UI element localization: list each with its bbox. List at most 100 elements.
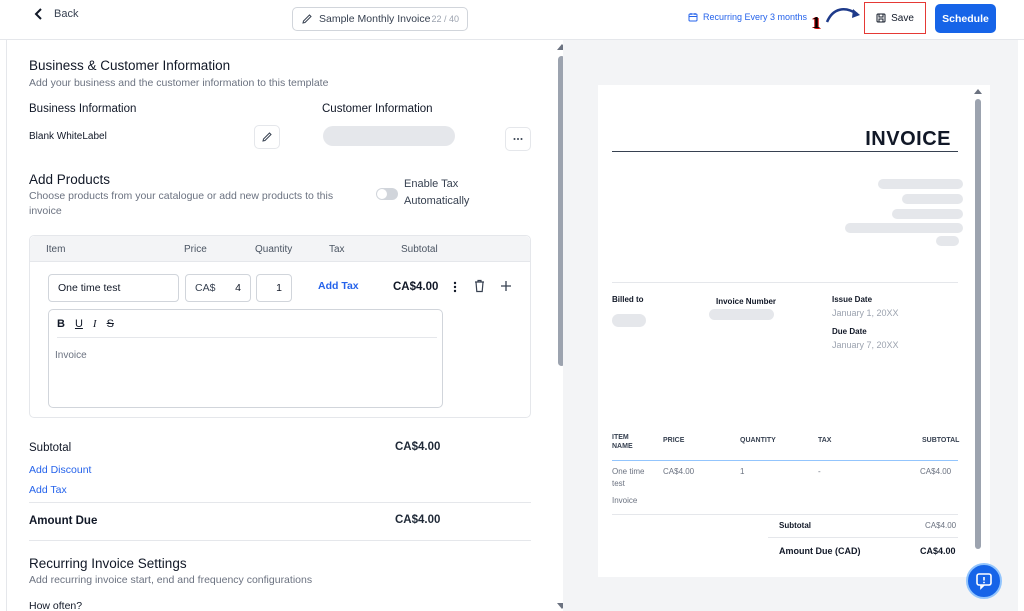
preview-billed-to-label: Billed to: [612, 295, 644, 304]
price-input[interactable]: CA$ 4: [185, 274, 251, 302]
calendar-icon: [688, 13, 698, 22]
enable-tax-toggle[interactable]: [376, 188, 398, 200]
business-section-subtitle: Add your business and the customer infor…: [29, 77, 329, 89]
preview-table-header-rule: [612, 460, 958, 461]
save-label: Save: [891, 12, 914, 24]
preview-due-date-label: Due Date: [832, 327, 867, 336]
recurring-section-subtitle: Add recurring invoice start, end and fre…: [29, 574, 313, 586]
item-name-input[interactable]: One time test: [48, 274, 179, 302]
preview-invoice-title: INVOICE: [865, 128, 951, 150]
back-label: Back: [54, 8, 79, 20]
row-subtotal: CA$4.00: [393, 281, 439, 293]
back-button[interactable]: Back: [33, 7, 78, 21]
products-subtitle-line2: invoice: [29, 205, 62, 217]
preview-row-price: CA$4.00: [663, 467, 695, 476]
recurring-frequency-link[interactable]: Recurring Every 3 months: [688, 12, 807, 22]
preview-row-quantity: 1: [740, 467, 745, 476]
trash-icon[interactable]: [473, 279, 486, 293]
amount-divider: [29, 540, 531, 541]
preview-amount-due-label: Amount Due (CAD): [779, 546, 861, 556]
strikethrough-button[interactable]: S: [107, 318, 114, 337]
preview-scroll-thumb[interactable]: [975, 99, 981, 549]
char-count: 22 / 40: [431, 14, 459, 24]
preview-row-tax: -: [818, 467, 821, 476]
column-header-quantity: Quantity: [255, 244, 293, 255]
recurring-section-title: Recurring Invoice Settings: [29, 556, 187, 571]
preview-subtotal-rule: [768, 537, 958, 538]
quantity-input[interactable]: 1: [256, 274, 292, 302]
subtotal-label: Subtotal: [29, 442, 72, 454]
invoice-name: Sample Monthly Invoice: [319, 13, 431, 25]
invoice-name-field[interactable]: Sample Monthly Invoice 22 / 40: [292, 7, 468, 31]
plus-icon[interactable]: [500, 280, 512, 292]
amount-due-label: Amount Due: [29, 515, 98, 527]
enable-tax-label-line1: Enable Tax: [404, 178, 459, 190]
feedback-chat-button[interactable]: [966, 563, 1002, 599]
schedule-button[interactable]: Schedule: [935, 4, 996, 33]
preview-col-tax: TAX: [818, 437, 832, 444]
enable-tax-label-line2: Automatically: [404, 195, 470, 207]
amount-due-value: CA$4.00: [395, 514, 441, 526]
recurring-label: Recurring Every 3 months: [703, 12, 808, 22]
preview-issue-date-label: Issue Date: [832, 295, 873, 304]
bold-button[interactable]: B: [57, 318, 65, 337]
business-info-heading: Business Information: [29, 103, 137, 115]
add-discount-link[interactable]: Add Discount: [29, 464, 91, 476]
products-table: Item Price Quantity Tax Subtotal One tim…: [29, 235, 531, 418]
how-often-label: How often?: [29, 600, 83, 611]
preview-row-item-line1: One time: [612, 467, 645, 476]
description-editor[interactable]: B U I S Invoice: [48, 309, 443, 408]
invoice-preview-panel: INVOICE Billed to Invoice Number Issue D…: [563, 40, 1018, 611]
top-bar: Back Sample Monthly Invoice 22 / 40 Recu…: [0, 0, 1024, 40]
preview-scrollbar[interactable]: [974, 87, 982, 597]
customer-more-button[interactable]: [505, 127, 531, 151]
column-header-subtotal: Subtotal: [401, 244, 438, 255]
customer-info-heading: Customer Information: [322, 103, 433, 115]
preview-invoice-number-label: Invoice Number: [716, 297, 777, 306]
preview-scroll-up-icon[interactable]: [974, 89, 982, 94]
preview-issue-date: January 1, 20XX: [832, 308, 899, 318]
business-address-line: [845, 223, 963, 233]
preview-row-subtotal: CA$4.00: [920, 467, 952, 476]
preview-subtotal-value: CA$4.00: [925, 521, 957, 530]
totals-divider: [29, 502, 531, 503]
preview-header-rule: [612, 282, 958, 283]
preview-col-quantity: QUANTITY: [740, 437, 776, 444]
subtotal-value: CA$4.00: [395, 441, 441, 453]
customer-selector[interactable]: [323, 126, 455, 146]
column-header-price: Price: [184, 244, 207, 255]
chat-alert-icon: [976, 573, 992, 590]
preview-row-item-line2: test: [612, 479, 625, 488]
business-address-line: [878, 179, 963, 189]
floppy-disk-icon: [876, 13, 886, 23]
right-border: [1018, 40, 1024, 611]
add-tax-link[interactable]: Add Tax: [318, 280, 359, 292]
italic-button[interactable]: I: [93, 318, 97, 337]
preview-amount-due-value: CA$4.00: [920, 546, 956, 556]
underline-button[interactable]: U: [75, 318, 83, 337]
save-button[interactable]: Save: [870, 6, 920, 30]
price-value: 4: [235, 282, 241, 294]
business-name: Blank WhiteLabel: [29, 131, 107, 142]
business-address-line: [902, 194, 963, 204]
chevron-left-icon: [34, 8, 42, 20]
currency-label: CA$: [195, 282, 216, 294]
annotation-step-number: 1: [812, 13, 821, 32]
pencil-icon: [302, 14, 312, 24]
column-header-item: Item: [46, 244, 66, 255]
billed-to-value: [612, 314, 646, 327]
invoice-editor-panel: Business & Customer Information Add your…: [7, 40, 569, 611]
products-table-header: Item Price Quantity Tax Subtotal: [30, 236, 530, 262]
add-tax-total-link[interactable]: Add Tax: [29, 484, 67, 496]
products-subtitle-line1: Choose products from your catalogue or a…: [29, 190, 334, 202]
preview-row-rule: [612, 514, 958, 515]
products-section-title: Add Products: [29, 172, 111, 187]
edit-business-button[interactable]: [254, 125, 280, 149]
business-address-line: [892, 209, 963, 219]
more-vertical-icon[interactable]: [450, 280, 460, 294]
business-section-title: Business & Customer Information: [29, 58, 231, 73]
business-address-line: [936, 236, 959, 246]
description-text: Invoice: [55, 350, 87, 361]
invoice-number-value: [709, 309, 774, 320]
preview-subtotal-label: Subtotal: [779, 521, 811, 530]
